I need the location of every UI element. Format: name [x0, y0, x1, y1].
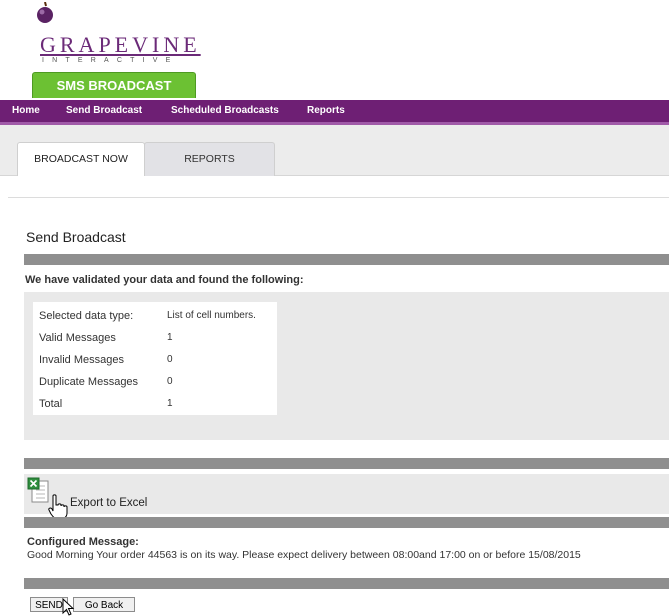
- export-to-excel-link[interactable]: Export to Excel: [70, 497, 147, 509]
- configured-message-label: Configured Message:: [27, 536, 139, 548]
- row-value: 0: [167, 376, 173, 387]
- summary-table: Selected data type: List of cell numbers…: [33, 302, 277, 415]
- nav-home[interactable]: Home: [12, 105, 40, 116]
- row-value: 0: [167, 354, 173, 365]
- tab-strip: BROADCAST NOW REPORTS: [0, 125, 669, 176]
- go-back-button[interactable]: Go Back: [73, 597, 135, 612]
- divider-bar: [24, 578, 669, 589]
- divider-bar: [24, 458, 669, 469]
- page-title: Send Broadcast: [26, 229, 126, 245]
- divider-bar: [24, 254, 669, 265]
- tab-broadcast-now[interactable]: BROADCAST NOW: [17, 142, 145, 176]
- nav-scheduled-broadcasts[interactable]: Scheduled Broadcasts: [171, 105, 279, 116]
- row-value: List of cell numbers.: [167, 310, 256, 321]
- brand-subtitle: INTERACTIVE: [42, 57, 179, 64]
- validation-heading: We have validated your data and found th…: [25, 274, 304, 286]
- row-label: Valid Messages: [39, 332, 116, 344]
- arrow-cursor-icon: [62, 598, 75, 616]
- excel-file-icon[interactable]: [27, 477, 49, 503]
- table-row: Invalid Messages 0: [33, 350, 277, 372]
- table-row: Selected data type: List of cell numbers…: [33, 306, 277, 328]
- nav-send-broadcast[interactable]: Send Broadcast: [66, 105, 142, 116]
- configured-message-text: Good Morning Your order 44563 is on its …: [27, 549, 581, 561]
- row-label: Duplicate Messages: [39, 376, 139, 388]
- nav-reports[interactable]: Reports: [307, 105, 345, 116]
- product-badge: SMS BROADCAST: [32, 72, 196, 98]
- table-row: Duplicate Messages 0: [33, 372, 277, 394]
- grape-logo-icon: [37, 2, 53, 23]
- row-value: 1: [167, 332, 173, 343]
- top-nav: Home Send Broadcast Scheduled Broadcasts…: [0, 100, 669, 125]
- tab-reports[interactable]: REPORTS: [144, 142, 275, 176]
- divider: [8, 197, 669, 198]
- brand-name: GRAPEVINE: [40, 32, 201, 57]
- header: GRAPEVINE INTERACTIVE SMS BROADCAST: [0, 0, 669, 100]
- row-label: Total: [39, 398, 63, 410]
- table-row: Total 1: [33, 394, 277, 416]
- row-label: Selected data type:: [39, 310, 134, 322]
- row-value: 1: [167, 398, 173, 409]
- row-label: Invalid Messages: [39, 354, 124, 366]
- divider-bar: [24, 517, 669, 528]
- table-row: Valid Messages 1: [33, 328, 277, 350]
